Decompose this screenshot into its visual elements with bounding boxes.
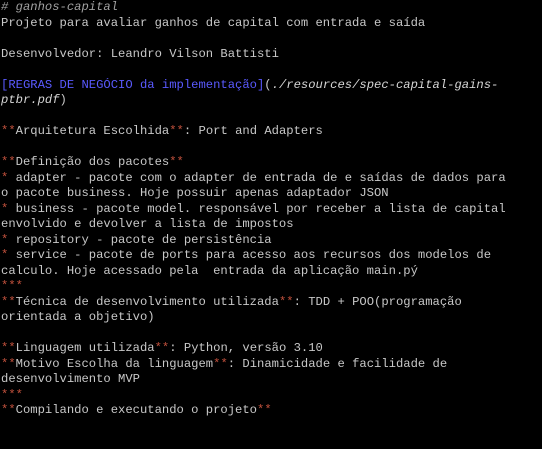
bullet-marker: * bbox=[1, 201, 16, 216]
language-label: Linguagem utilizada bbox=[15, 341, 155, 355]
bold-open-marker: ** bbox=[1, 294, 16, 309]
list-item-repository: * repository - pacote de persistência bbox=[1, 233, 542, 249]
project-title: ganhos-capital bbox=[15, 0, 119, 14]
rules-link-path-cont[interactable]: ptbr.pdf bbox=[1, 93, 60, 107]
compile-label: Compilando e executando o projeto bbox=[15, 403, 257, 417]
bold-close-marker: ** bbox=[169, 124, 184, 138]
compile-heading: **Compilando e executando o projeto** bbox=[1, 403, 542, 419]
reason-line: **Motivo Escolha da linguagem**: Dinamic… bbox=[1, 357, 542, 373]
technique-line: **Técnica de desenvolvimento utilizada**… bbox=[1, 295, 542, 311]
project-description: Projeto para avaliar ganhos de capital c… bbox=[1, 15, 426, 30]
bold-close-marker: ** bbox=[154, 341, 170, 355]
rules-link-line[interactable]: [REGRAS DE NEGÓCIO da implementação](./r… bbox=[1, 78, 542, 94]
list-item-text-cont: calculo. Hoje acessado pela entrada da a… bbox=[1, 263, 418, 278]
technique-value: : TDD + POO(programação bbox=[293, 294, 462, 309]
technique-value-cont: orientada a objetivo) bbox=[1, 310, 155, 324]
list-item-text: repository - pacote de persistência bbox=[15, 232, 272, 247]
bullet-marker: * bbox=[1, 248, 16, 262]
bold-open-marker: ** bbox=[1, 356, 16, 371]
architecture-value: : Port and Adapters bbox=[183, 124, 323, 138]
list-item-text-cont: o pacote business. Hoje possuir apenas a… bbox=[1, 186, 389, 200]
packages-heading: **Definição dos pacotes** bbox=[1, 155, 542, 171]
bold-close-marker: ** bbox=[169, 155, 184, 169]
list-item-text: adapter - pacote com o adapter de entrad… bbox=[15, 170, 506, 185]
language-value: : Python, versão 3.10 bbox=[169, 341, 323, 355]
rules-link-line-cont[interactable]: ptbr.pdf) bbox=[1, 93, 542, 109]
terminal-window: # ganhos-capital Projeto para avaliar ga… bbox=[0, 0, 542, 449]
title-line: # ganhos-capital bbox=[1, 0, 542, 16]
rules-link-close-paren: ) bbox=[59, 93, 67, 107]
list-item-text: business - pacote model. responsável por… bbox=[15, 201, 506, 216]
bold-open-marker: ** bbox=[1, 341, 16, 355]
list-item-adapter: * adapter - pacote com o adapter de entr… bbox=[1, 171, 542, 187]
reason-value-cont: desenvolvimento MVP bbox=[1, 372, 140, 386]
horizontal-rule: *** bbox=[1, 387, 23, 402]
rules-link-open-paren: ( bbox=[264, 77, 272, 92]
title-hash: # bbox=[1, 0, 16, 14]
rules-link-label[interactable]: [REGRAS DE NEGÓCIO da implementação] bbox=[1, 78, 264, 92]
developer-line: Desenvolvedor: Leandro Vilson Battisti bbox=[1, 46, 279, 61]
list-item-text: service - pacote de ports para acesso ao… bbox=[15, 248, 492, 262]
rules-link-path[interactable]: ./resources/spec-capital-gains- bbox=[272, 78, 499, 92]
bold-open-marker: ** bbox=[1, 155, 16, 169]
bullet-marker: * bbox=[1, 232, 16, 247]
list-item-business: * business - pacote model. responsável p… bbox=[1, 202, 542, 218]
bold-open-marker: ** bbox=[1, 403, 16, 417]
reason-label: Motivo Escolha da linguagem bbox=[15, 356, 214, 371]
technique-label: Técnica de desenvolvimento utilizada bbox=[15, 294, 279, 309]
architecture-label: Arquitetura Escolhida bbox=[15, 124, 170, 138]
list-item-service: * service - pacote de ports para acesso … bbox=[1, 248, 542, 264]
packages-label: Definição dos pacotes bbox=[15, 155, 170, 169]
bold-close-marker: ** bbox=[213, 356, 228, 371]
list-item-text-cont: envolvido e devolver a lista de impostos bbox=[1, 217, 294, 231]
bold-close-marker: ** bbox=[257, 403, 272, 417]
language-line: **Linguagem utilizada**: Python, versão … bbox=[1, 341, 542, 357]
bold-close-marker: ** bbox=[278, 294, 294, 309]
bold-open-marker: ** bbox=[1, 124, 16, 138]
reason-value: : Dinamicidade e facilidade de bbox=[227, 356, 448, 371]
bullet-marker: * bbox=[1, 170, 16, 185]
horizontal-rule: *** bbox=[1, 279, 23, 293]
architecture-line: **Arquitetura Escolhida**: Port and Adap… bbox=[1, 124, 542, 140]
